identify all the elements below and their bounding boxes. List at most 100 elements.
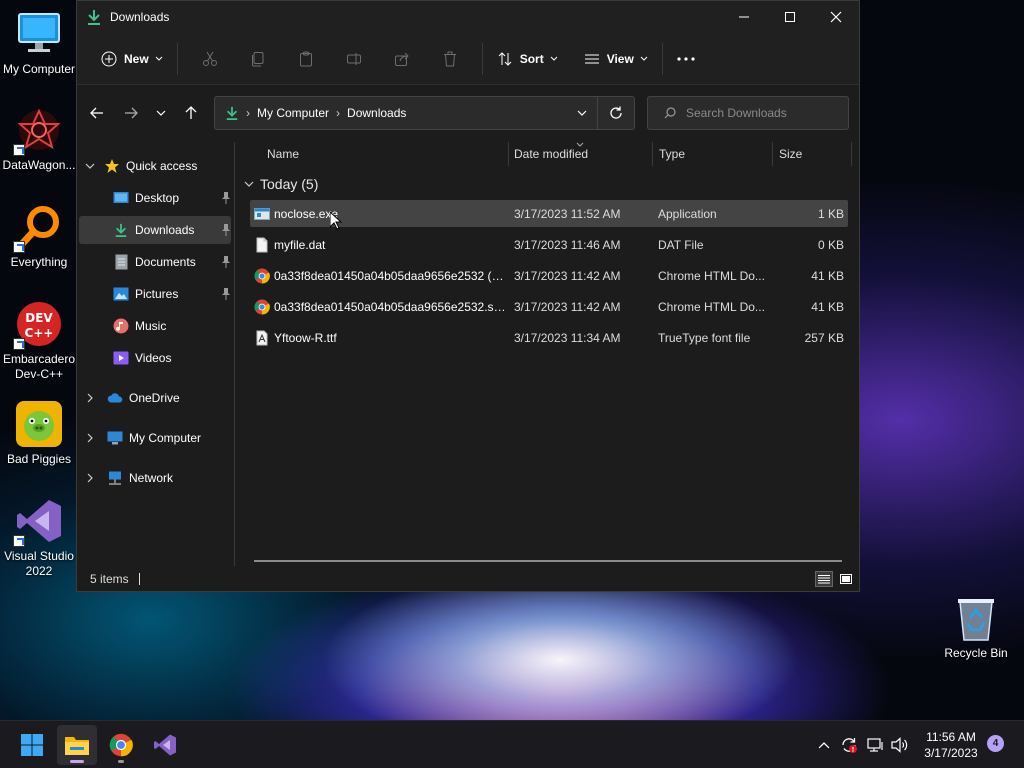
delete-button[interactable] — [426, 43, 474, 75]
refresh-icon — [610, 106, 622, 119]
close-icon — [830, 11, 842, 23]
download-icon — [225, 106, 239, 120]
notification-badge[interactable]: 4 — [987, 735, 1004, 752]
search-icon — [664, 107, 676, 119]
desktop-icon-everything[interactable]: Everything — [0, 203, 78, 270]
network-icon — [107, 470, 123, 486]
chevron-right-icon — [87, 393, 93, 403]
maximize-button[interactable] — [767, 2, 813, 32]
desktop-icon-visual-studio[interactable]: Visual Studio 2022 — [0, 497, 78, 579]
sidebar-item-desktop[interactable]: Desktop — [113, 184, 233, 212]
sort-indicator-icon — [576, 142, 584, 147]
svg-text:C++: C++ — [25, 326, 54, 340]
forward-button[interactable] — [114, 98, 148, 128]
see-more-button[interactable] — [671, 43, 701, 75]
paste-button[interactable] — [282, 43, 330, 75]
column-header-date-modified[interactable]: Date modified — [514, 142, 652, 166]
divider — [481, 42, 483, 75]
file-size: 257 KB — [804, 330, 844, 345]
desktop-icon-recycle-bin[interactable]: Recycle Bin — [940, 596, 1012, 660]
minimize-button[interactable] — [721, 2, 767, 32]
details-view-button[interactable] — [815, 571, 833, 587]
sidebar-item-documents[interactable]: Documents — [113, 248, 233, 276]
address-bar[interactable]: › My Computer › Downloads — [214, 96, 635, 130]
clock[interactable]: 11:56 AM 3/17/2023 — [916, 729, 986, 761]
sidebar-item-quick-access[interactable]: Quick access — [85, 152, 233, 180]
back-button[interactable] — [80, 98, 114, 128]
file-name: 0a33f8dea01450a04b05daa9656e2532.svg — [274, 299, 506, 314]
taskbar: 11:56 AM 3/17/2023 — [0, 720, 1024, 768]
chevron-down-icon — [550, 56, 558, 61]
title-bar[interactable]: Downloads — [77, 1, 859, 33]
sort-button[interactable]: Sort — [491, 43, 564, 75]
pin-icon — [221, 256, 231, 268]
column-header-label: Name — [267, 147, 300, 161]
desktop-icon-devcpp[interactable]: DEV C++ Embarcadero Dev-C++ — [0, 300, 78, 382]
address-history-dropdown[interactable] — [577, 110, 587, 116]
column-resize-handle[interactable] — [508, 142, 509, 166]
sync-icon — [842, 738, 857, 753]
taskbar-visual-studio[interactable] — [145, 725, 185, 765]
active-indicator — [70, 760, 84, 763]
file-name: myfile.dat — [274, 237, 326, 252]
column-header-size[interactable]: Size — [779, 142, 849, 166]
breadcrumb-my-computer[interactable]: My Computer — [257, 106, 329, 120]
column-header-name[interactable]: Name — [267, 142, 507, 166]
volume-button[interactable] — [889, 721, 911, 768]
network-status-button[interactable] — [864, 721, 886, 768]
column-resize-handle[interactable] — [652, 142, 653, 166]
sidebar-item-videos[interactable]: Videos — [113, 344, 233, 372]
desktop-icon-bad-piggies[interactable]: Bad Piggies — [0, 400, 78, 467]
share-button[interactable] — [378, 43, 426, 75]
shortcut-arrow-icon — [13, 241, 25, 253]
download-icon — [113, 222, 129, 238]
sidebar-item-label: My Computer — [129, 431, 202, 445]
music-icon — [113, 318, 129, 334]
file-size: 41 KB — [811, 299, 844, 314]
close-button[interactable] — [813, 2, 859, 32]
sidebar-item-network[interactable]: Network — [87, 464, 233, 492]
start-button[interactable] — [12, 725, 52, 765]
file-row-chrome-html-svg[interactable]: 0a33f8dea01450a04b05daa9656e2532.svg 3/1… — [250, 293, 848, 320]
breadcrumb-downloads[interactable]: Downloads — [347, 106, 406, 120]
chrome-icon — [254, 268, 270, 284]
desktop-icon-label: Everything — [10, 255, 68, 269]
speaker-icon — [891, 737, 908, 753]
taskbar-chrome[interactable] — [101, 725, 141, 765]
rename-button[interactable] — [330, 43, 378, 75]
view-button[interactable]: View — [578, 43, 654, 75]
file-row-yftoow-ttf[interactable]: Yftoow-R.ttf 3/17/2023 11:34 AM TrueType… — [250, 324, 848, 351]
file-row-chrome-html-1[interactable]: 0a33f8dea01450a04b05daa9656e2532 (1)....… — [250, 262, 848, 289]
desktop-icon-my-computer[interactable]: My Computer — [0, 10, 78, 77]
column-header-type[interactable]: Type — [659, 142, 771, 166]
sidebar-item-onedrive[interactable]: OneDrive — [87, 384, 233, 412]
file-date: 3/17/2023 11:34 AM — [514, 330, 621, 345]
group-header-today[interactable]: Today (5) — [244, 176, 318, 192]
file-row-myfile-dat[interactable]: myfile.dat 3/17/2023 11:46 AM DAT File 0… — [250, 231, 848, 258]
show-hidden-icons-button[interactable] — [814, 721, 834, 768]
refresh-button[interactable] — [609, 106, 623, 120]
column-resize-handle[interactable] — [851, 142, 852, 166]
horizontal-scrollbar[interactable] — [254, 560, 842, 562]
sidebar-item-pictures[interactable]: Pictures — [113, 280, 233, 308]
clipboard-icon — [299, 51, 312, 66]
copy-button[interactable] — [234, 43, 282, 75]
sidebar-item-music[interactable]: Music — [113, 312, 233, 340]
column-resize-handle[interactable] — [772, 142, 773, 166]
recent-locations-button[interactable] — [148, 98, 174, 128]
sidebar-item-downloads[interactable]: Downloads — [79, 216, 231, 244]
file-type: Chrome HTML Do... — [658, 268, 765, 283]
search-box[interactable] — [647, 96, 849, 130]
taskbar-file-explorer[interactable] — [57, 725, 97, 765]
new-button[interactable]: New — [95, 43, 169, 75]
up-button[interactable] — [174, 98, 208, 128]
cut-button[interactable] — [186, 43, 234, 75]
large-icons-view-button[interactable] — [837, 571, 855, 587]
sync-status-button[interactable] — [838, 721, 860, 768]
navigation-pane: Quick access Desktop Downloads Documents… — [77, 142, 235, 566]
scissors-icon — [202, 51, 217, 66]
search-input[interactable] — [686, 106, 846, 120]
sidebar-item-my-computer[interactable]: My Computer — [87, 424, 233, 452]
desktop-icon-datawagon[interactable]: DataWagon... — [0, 106, 78, 173]
sidebar-item-label: OneDrive — [129, 391, 180, 405]
